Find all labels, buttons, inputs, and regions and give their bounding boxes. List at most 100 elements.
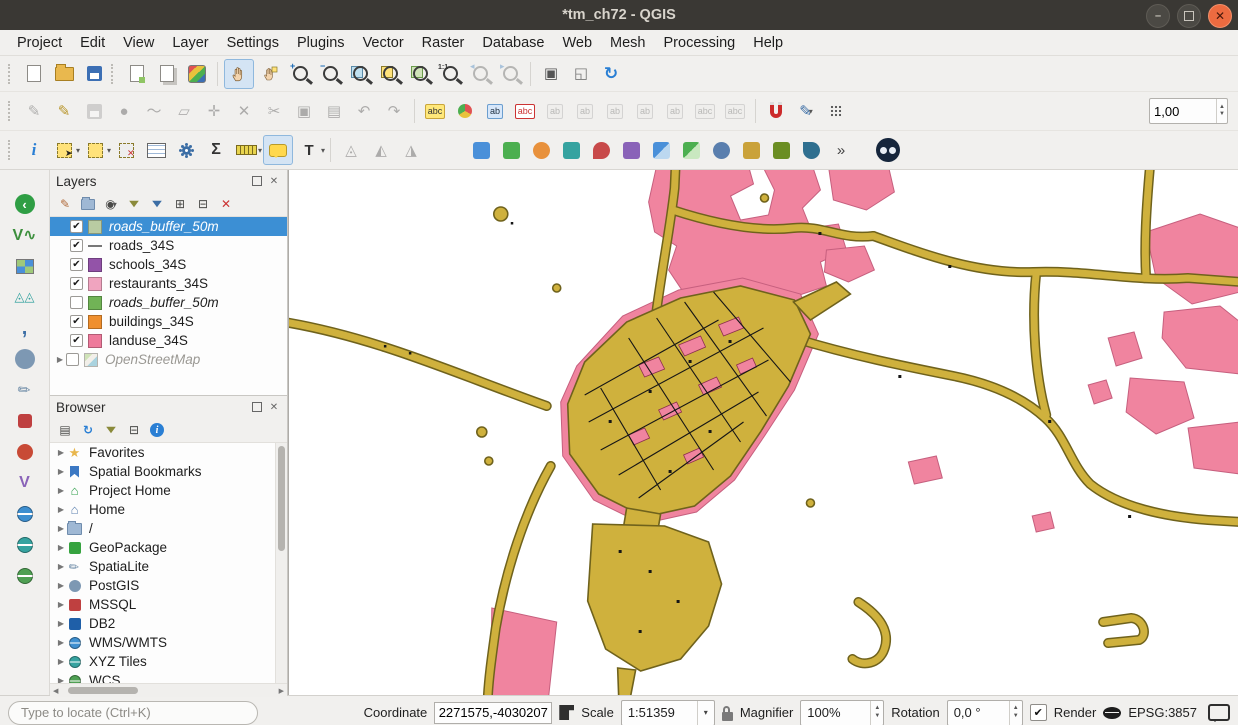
maximize-button[interactable] <box>1177 4 1201 28</box>
expand-arrow-icon[interactable]: ▶ <box>55 543 67 552</box>
browser-item[interactable]: ▶WMS/WMTS <box>50 633 287 652</box>
browser-item[interactable]: ▶WCS <box>50 671 287 683</box>
undo-button[interactable]: ↶ <box>350 97 378 125</box>
zoom-in-button[interactable]: + <box>286 60 314 88</box>
mesh-transform-button[interactable]: ◭ <box>367 136 395 164</box>
zoom-next-button[interactable]: ▸ <box>496 60 524 88</box>
pan-map-button[interactable] <box>224 59 254 89</box>
layer-visibility-checkbox[interactable] <box>70 239 83 252</box>
toolbar-overflow-button[interactable]: » <box>827 136 855 164</box>
render-checkbox[interactable]: ✔ <box>1030 704 1047 721</box>
menu-processing[interactable]: Processing <box>655 33 745 53</box>
filter-legend-button[interactable] <box>124 194 144 214</box>
layer-visibility-checkbox[interactable] <box>70 258 83 271</box>
remove-layer-button[interactable]: ✕ <box>216 194 236 214</box>
plugin-button[interactable] <box>707 136 735 164</box>
plugin-button[interactable] <box>617 136 645 164</box>
menu-web[interactable]: Web <box>553 33 601 53</box>
new-map-view-button[interactable]: ▣ <box>537 60 565 88</box>
float-panel-button[interactable] <box>250 400 264 414</box>
browser-item[interactable]: ▶★Favorites <box>50 443 287 462</box>
plugin-button[interactable] <box>797 136 825 164</box>
layer-visibility-checkbox[interactable] <box>70 277 83 290</box>
expand-all-button[interactable]: ⊞ <box>170 194 190 214</box>
collapse-all-button[interactable]: ⊟ <box>193 194 213 214</box>
browser-item[interactable]: ▶PostGIS <box>50 576 287 595</box>
expand-arrow-icon[interactable]: ▶ <box>55 562 67 571</box>
stroke-width-spinbox[interactable]: ▲▼ <box>1149 98 1228 124</box>
new-print-layout-button[interactable] <box>123 60 151 88</box>
spin-down-icon[interactable]: ▼ <box>874 713 880 720</box>
spin-up-icon[interactable]: ▲ <box>1013 705 1019 712</box>
browser-item[interactable]: ▶MSSQL <box>50 595 287 614</box>
close-button[interactable]: ✕ <box>1208 4 1232 28</box>
menu-settings[interactable]: Settings <box>218 33 288 53</box>
spin-arrows[interactable]: ▲▼ <box>1009 701 1022 725</box>
expand-arrow-icon[interactable]: ▶ <box>55 486 67 495</box>
layer-labeling-button[interactable]: abc <box>421 97 449 125</box>
style-manager-button[interactable] <box>183 60 211 88</box>
expand-arrow-icon[interactable]: ▶ <box>55 638 67 647</box>
add-delimited-text-button[interactable]: , <box>12 316 38 340</box>
zoom-native-button[interactable]: 1:1 <box>436 60 464 88</box>
toolbar-handle[interactable] <box>111 64 117 84</box>
browser-item[interactable]: ▶⌂Project Home <box>50 481 287 500</box>
statistics-summary-button[interactable]: Σ <box>202 136 230 164</box>
properties-widget-button[interactable]: i <box>147 420 167 440</box>
map-canvas[interactable] <box>288 170 1238 695</box>
scrollbar-thumb[interactable] <box>68 687 138 694</box>
crs-globe-icon[interactable] <box>1103 707 1121 719</box>
plugin-button[interactable] <box>737 136 765 164</box>
layer-row[interactable]: buildings_34S <box>50 312 287 331</box>
browser-item[interactable]: ▶✎SpatiaLite <box>50 557 287 576</box>
plugin-button[interactable] <box>557 136 585 164</box>
toolbar-handle[interactable] <box>8 101 14 121</box>
zoom-out-button[interactable]: − <box>316 60 344 88</box>
refresh-map-button[interactable]: ↻ <box>597 60 625 88</box>
browser-item[interactable]: ▶Spatial Bookmarks <box>50 462 287 481</box>
digitize-with-segment-button[interactable]: ✎▾ <box>792 97 820 125</box>
show-layout-manager-button[interactable] <box>153 60 181 88</box>
deselect-features-button[interactable]: ✕ <box>112 136 140 164</box>
messages-bubble-icon[interactable] <box>1208 704 1230 721</box>
move-label-button[interactable]: ab <box>541 97 569 125</box>
menu-raster[interactable]: Raster <box>413 33 474 53</box>
expand-arrow-icon[interactable]: ▶ <box>55 505 67 514</box>
select-by-value-button[interactable] <box>81 136 109 164</box>
scroll-left-icon[interactable]: ◀ <box>53 687 58 695</box>
layer-visibility-checkbox[interactable] <box>70 220 83 233</box>
new-project-button[interactable] <box>20 60 48 88</box>
diagram-options-button[interactable]: abc <box>721 97 749 125</box>
open-project-button[interactable] <box>50 60 78 88</box>
expand-arrow-icon[interactable]: ▶ <box>55 581 67 590</box>
collapse-all-button[interactable]: ⊟ <box>124 420 144 440</box>
expand-arrow-icon[interactable]: ▶ <box>55 448 67 457</box>
expand-arrow-icon[interactable]: ▶ <box>55 619 67 628</box>
pan-to-selection-button[interactable] <box>256 60 284 88</box>
add-postgis-layer-button[interactable] <box>12 347 38 371</box>
plugin-button[interactable] <box>587 136 615 164</box>
layer-visibility-checkbox[interactable] <box>70 334 83 347</box>
menu-layer[interactable]: Layer <box>163 33 217 53</box>
plugin-button[interactable] <box>497 136 525 164</box>
menu-plugins[interactable]: Plugins <box>288 33 354 53</box>
manage-map-themes-button[interactable]: ◉▾ <box>101 194 121 214</box>
scrollbar-thumb[interactable] <box>278 446 285 551</box>
toolbar-handle[interactable] <box>8 140 14 160</box>
add-spatialite-layer-button[interactable]: ✎ <box>12 378 38 402</box>
layer-diagram-button[interactable] <box>451 97 479 125</box>
menu-vector[interactable]: Vector <box>354 33 413 53</box>
browser-item[interactable]: ▶XYZ Tiles <box>50 652 287 671</box>
menu-mesh[interactable]: Mesh <box>601 33 654 53</box>
plugin-button[interactable] <box>767 136 795 164</box>
filter-by-expression-button[interactable] <box>147 194 167 214</box>
zoom-to-layer-button[interactable] <box>406 60 434 88</box>
layer-row[interactable]: roads_34S <box>50 236 287 255</box>
rotate-label-button[interactable]: ab <box>571 97 599 125</box>
add-wms-layer-button[interactable] <box>12 502 38 526</box>
scale-combobox[interactable]: 1:51359 ▾ <box>621 700 715 725</box>
advanced-digitizing-button[interactable] <box>822 97 850 125</box>
spin-down-icon[interactable]: ▼ <box>1013 713 1019 720</box>
spin-arrows[interactable]: ▲▼ <box>1216 99 1227 123</box>
spin-up-icon[interactable]: ▲ <box>1219 104 1225 111</box>
